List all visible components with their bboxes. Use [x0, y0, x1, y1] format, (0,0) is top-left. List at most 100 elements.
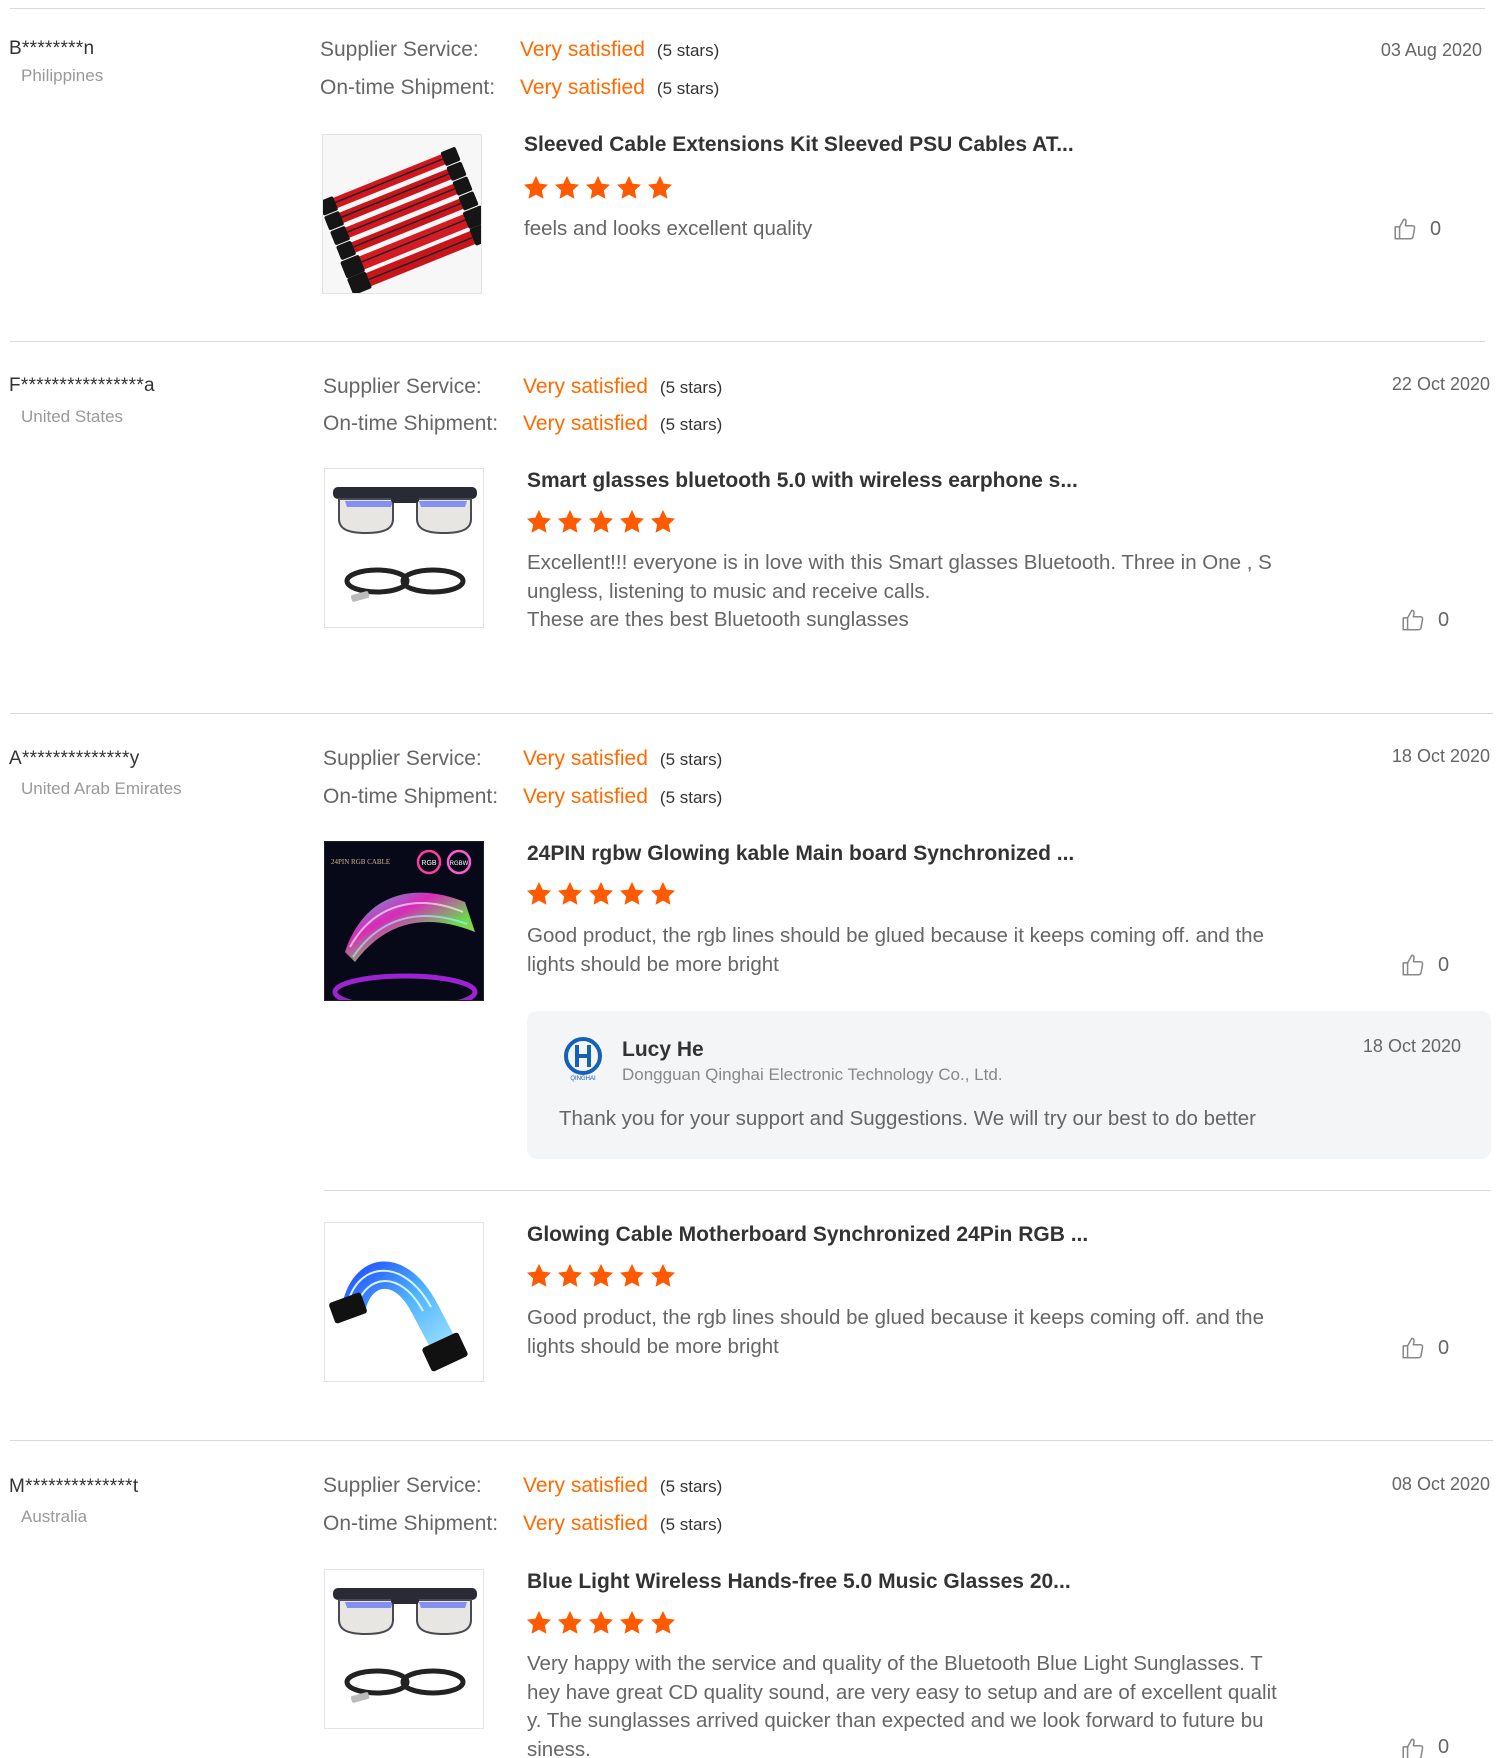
review-text: Good product, the rgb lines should be gl… — [527, 922, 1317, 979]
buyer-country: United States — [21, 407, 124, 426]
product-title-link[interactable]: 24PIN rgbw Glowing kable Main board Sync… — [527, 842, 1074, 866]
rating-label: Supplier Service: — [323, 747, 482, 770]
buyer-name: M**************t — [9, 1476, 139, 1497]
supplier-logo-text: QINGHAI — [570, 1076, 596, 1082]
like-count: 0 — [1438, 1736, 1450, 1758]
supplier-name: Lucy He — [622, 1038, 704, 1061]
rating-value: Very satisfied — [523, 747, 648, 770]
smart-glasses-image[interactable] — [324, 468, 484, 628]
product-star-rating — [525, 880, 680, 913]
star-icon — [618, 880, 646, 908]
red-cable-kit-image[interactable] — [322, 134, 482, 294]
supplier-service-rating: Supplier Service: Very satisfied (5 stars) — [323, 747, 722, 771]
star-icon — [618, 1609, 646, 1637]
star-icon — [522, 174, 550, 202]
review-text-line: y. The sunglasses arrived quicker than e… — [527, 1709, 1264, 1732]
supplier-service-rating: Supplier Service: Very satisfied (5 stars) — [323, 375, 722, 399]
product-star-rating — [522, 174, 677, 207]
like-button[interactable]: 0 — [1400, 1736, 1449, 1758]
review-text: Very happy with the service and quality … — [527, 1650, 1317, 1758]
review-text-line: Excellent!!! everyone is in love with th… — [527, 551, 1272, 574]
review-text: Good product, the rgb lines should be gl… — [527, 1304, 1317, 1361]
star-icon — [525, 1262, 553, 1290]
star-icon — [556, 880, 584, 908]
review-text: Excellent!!! everyone is in love with th… — [527, 549, 1317, 635]
rating-value: Very satisfied — [523, 412, 648, 435]
rating-value: Very satisfied — [520, 76, 645, 99]
thumbs-up-icon — [1400, 607, 1426, 633]
rating-stars-text: (5 stars) — [659, 750, 723, 769]
supplier-logo: QINGHAI — [560, 1036, 606, 1082]
rating-label: On-time Shipment: — [323, 785, 499, 808]
product-title-link[interactable]: Sleeved Cable Extensions Kit Sleeved PSU… — [524, 133, 1074, 157]
rating-value: Very satisfied — [523, 785, 648, 808]
review-text-line: lights should be more bright — [527, 1334, 779, 1358]
like-button[interactable]: 0 — [1400, 952, 1449, 978]
star-icon — [649, 508, 677, 536]
rating-stars-text: (5 stars) — [659, 1477, 723, 1496]
buyer-name: A**************y — [9, 748, 140, 769]
star-icon — [525, 508, 553, 536]
rating-value: Very satisfied — [523, 375, 648, 398]
product-title-link[interactable]: Smart glasses bluetooth 5.0 with wireles… — [527, 469, 1078, 493]
supplier-service-rating: Supplier Service: Very satisfied (5 stars) — [323, 1474, 722, 1498]
review-divider — [10, 8, 1485, 9]
star-icon — [587, 1609, 615, 1637]
product-star-rating — [525, 1609, 680, 1642]
like-count: 0 — [1438, 608, 1450, 631]
buyer-country: Philippines — [21, 66, 104, 85]
review-text-line: hey have great CD quality sound, are ver… — [527, 1680, 1277, 1704]
star-icon — [649, 1609, 677, 1637]
review-divider — [10, 341, 1485, 342]
thumbs-up-icon — [1400, 1736, 1426, 1758]
supplier-service-rating: Supplier Service: Very satisfied (5 stars) — [320, 38, 719, 62]
like-button[interactable]: 0 — [1392, 216, 1441, 242]
product-title-link[interactable]: Blue Light Wireless Hands-free 5.0 Music… — [527, 1570, 1071, 1594]
rating-stars-text: (5 stars) — [656, 41, 720, 60]
review-text-line: Good product, the rgb lines should be gl… — [527, 924, 1264, 947]
review-text-line: lights should be more bright — [527, 952, 779, 976]
product-title-link[interactable]: Glowing Cable Motherboard Synchronized 2… — [527, 1223, 1088, 1247]
review-date: 03 Aug 2020 — [1380, 40, 1482, 60]
rating-value: Very satisfied — [523, 1512, 648, 1535]
thumbs-up-icon — [1400, 1335, 1426, 1361]
like-button[interactable]: 0 — [1400, 607, 1449, 633]
review-text-line: ungless, listening to music and receive … — [527, 579, 931, 603]
buyer-country: United Arab Emirates — [21, 779, 182, 798]
rating-stars-text: (5 stars) — [659, 415, 723, 434]
star-icon — [556, 1262, 584, 1290]
star-icon — [587, 1262, 615, 1290]
star-icon — [615, 174, 643, 202]
rating-stars-text: (5 stars) — [659, 788, 723, 807]
rating-stars-text: (5 stars) — [656, 79, 720, 98]
star-icon — [525, 880, 553, 908]
star-icon — [584, 174, 612, 202]
rating-label: On-time Shipment: — [323, 412, 499, 435]
smart-glasses-image[interactable] — [324, 1569, 484, 1729]
rgb-cable-box-image[interactable]: 24PIN RGB CABLE RGB RGBW — [324, 841, 484, 1001]
like-count: 0 — [1438, 1336, 1450, 1359]
reply-text: Thank you for your support and Suggestio… — [559, 1107, 1256, 1130]
reply-date: 18 Oct 2020 — [1362, 1036, 1461, 1056]
star-icon — [649, 880, 677, 908]
rating-label: Supplier Service: — [323, 1474, 482, 1497]
like-count: 0 — [1438, 953, 1450, 976]
product-divider — [324, 1190, 1491, 1191]
thumbs-up-icon — [1392, 216, 1418, 242]
like-button[interactable]: 0 — [1400, 1335, 1449, 1361]
like-count: 0 — [1430, 217, 1442, 240]
review-date: 22 Oct 2020 — [1391, 374, 1490, 394]
star-icon — [618, 1262, 646, 1290]
star-icon — [553, 174, 581, 202]
glowing-cable-image[interactable] — [324, 1222, 484, 1382]
star-icon — [618, 508, 646, 536]
ontime-shipment-rating: On-time Shipment: Very satisfied (5 stars) — [320, 76, 719, 100]
review-date: 08 Oct 2020 — [1391, 1474, 1490, 1494]
ontime-shipment-rating: On-time Shipment: Very satisfied (5 stars) — [323, 412, 722, 436]
product-star-rating — [525, 508, 680, 541]
ontime-shipment-rating: On-time Shipment: Very satisfied (5 stars) — [323, 1512, 722, 1536]
review-text-line: Good product, the rgb lines should be gl… — [527, 1306, 1264, 1329]
star-icon — [556, 1609, 584, 1637]
supplier-reply: QINGHAI Lucy He Dongguan Qinghai Electro… — [527, 1011, 1491, 1159]
image-badge: RGBW — [450, 861, 469, 867]
